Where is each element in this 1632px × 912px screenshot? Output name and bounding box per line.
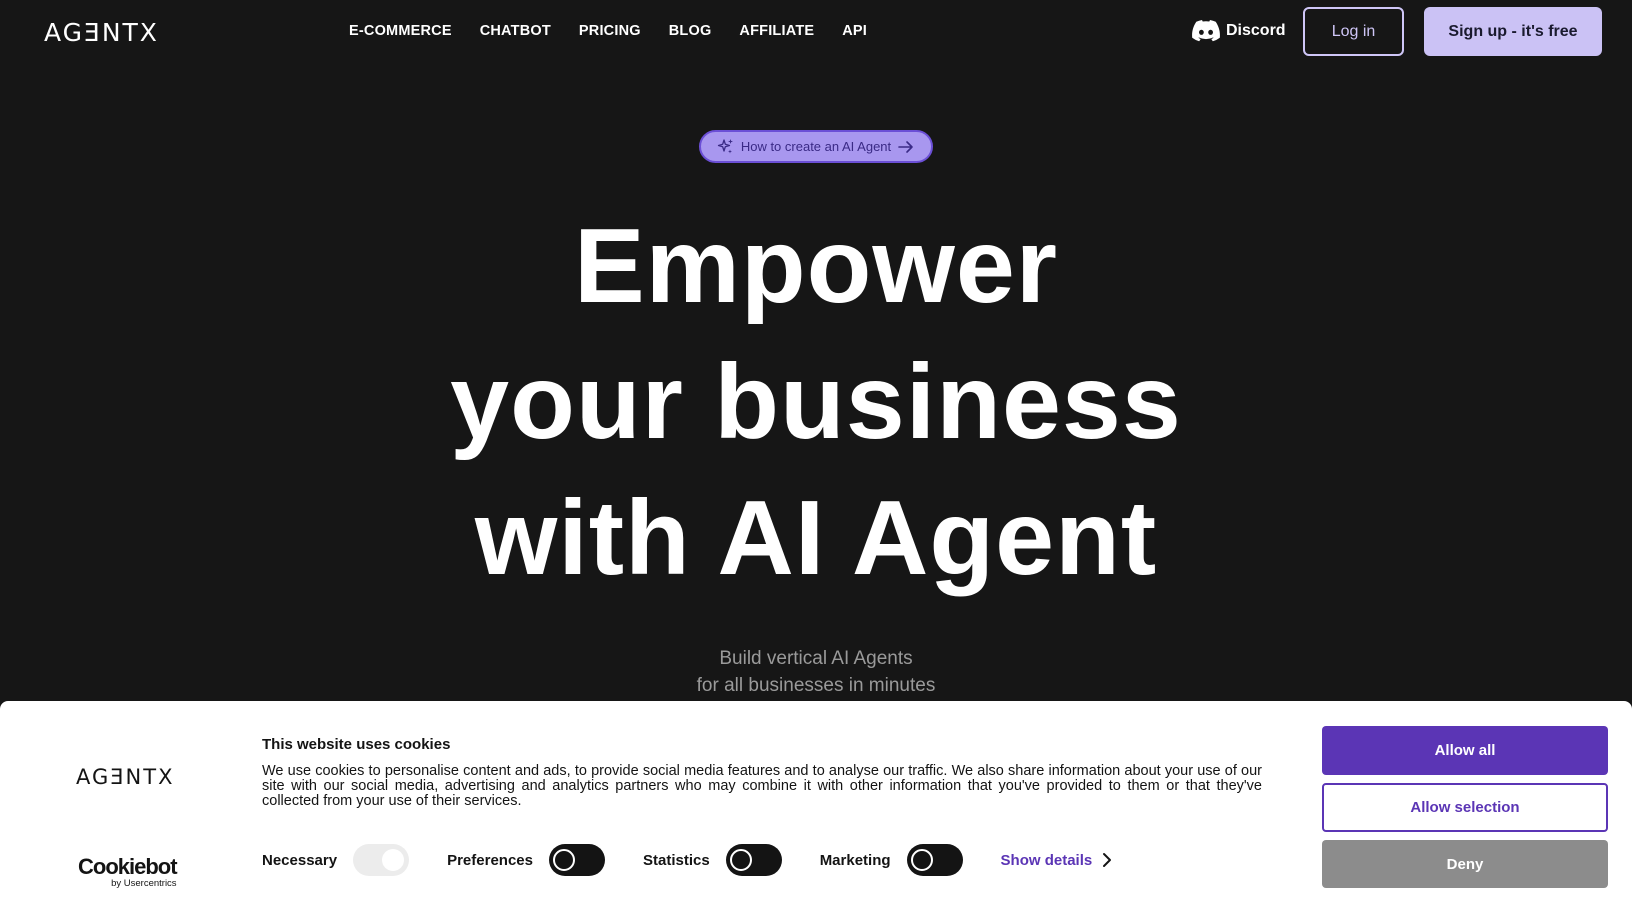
marketing-toggle[interactable] <box>906 844 963 876</box>
main-nav: E-COMMERCE CHATBOT PRICING BLOG AFFILIAT… <box>349 23 867 39</box>
hero-title: Empower your business with AI Agent <box>0 198 1632 606</box>
nav-link-pricing[interactable]: PRICING <box>579 23 641 39</box>
hero-title-line-2: your business <box>450 343 1182 461</box>
cookie-banner-logo: AGƎNTX <box>76 765 175 789</box>
show-details-link[interactable]: Show details <box>1001 852 1113 869</box>
nav-link-blog[interactable]: BLOG <box>669 23 712 39</box>
hero-subtitle-line-2: for all businesses in minutes <box>696 675 936 696</box>
preferences-toggle[interactable] <box>548 844 605 876</box>
toggle-knob <box>910 849 933 871</box>
cookiebot-by: by Usercentrics <box>111 878 177 889</box>
statistics-label: Statistics <box>642 851 710 869</box>
cookiebot-logo[interactable]: Cookiebot by Usercentrics <box>78 854 178 890</box>
pill-label: How to create an AI Agent <box>740 139 892 154</box>
nav-link-chatbot[interactable]: CHATBOT <box>480 23 551 39</box>
statistics-toggle[interactable] <box>725 844 782 876</box>
site-header: AGƎNTX E-COMMERCE CHATBOT PRICING BLOG A… <box>0 0 1632 64</box>
discord-icon <box>1192 20 1220 42</box>
necessary-toggle <box>353 844 410 876</box>
deny-button[interactable]: Deny <box>1322 840 1608 888</box>
hero-title-line-1: Empower <box>573 207 1059 325</box>
allow-all-button[interactable]: Allow all <box>1322 726 1608 775</box>
allow-selection-button[interactable]: Allow selection <box>1322 783 1608 832</box>
necessary-label: Necessary <box>262 851 338 869</box>
chevron-right-icon <box>1103 853 1112 867</box>
nav-link-affiliate[interactable]: AFFILIATE <box>739 23 814 39</box>
consent-categories: Necessary Preferences Statistics Marketi… <box>262 843 1112 877</box>
toggle-knob <box>382 849 405 871</box>
toggle-knob <box>552 849 575 871</box>
marketing-label: Marketing <box>819 851 891 869</box>
hero-subtitle: Build vertical AI Agents for all busines… <box>0 645 1632 699</box>
discord-link[interactable]: Discord <box>1192 20 1286 42</box>
discord-label: Discord <box>1226 22 1286 39</box>
hero-subtitle-line-1: Build vertical AI Agents <box>719 648 913 669</box>
show-details-label: Show details <box>1000 851 1093 869</box>
nav-link-e-commerce[interactable]: E-COMMERCE <box>349 23 452 39</box>
cookie-consent-banner: AGƎNTX Cookiebot by Usercentrics This we… <box>0 701 1632 912</box>
cookie-title: This website uses cookies <box>262 736 451 753</box>
agentx-logo[interactable]: AGƎNTX <box>44 18 159 47</box>
cookiebot-name: Cookiebot <box>78 854 178 879</box>
nav-link-api[interactable]: API <box>842 23 867 39</box>
arrow-right-icon <box>898 140 913 153</box>
toggle-knob <box>729 849 752 871</box>
login-button[interactable]: Log in <box>1303 7 1404 56</box>
signup-button[interactable]: Sign up - it's free <box>1424 7 1602 56</box>
cookie-description: We use cookies to personalise content an… <box>262 763 1262 809</box>
hero-title-line-3: with AI Agent <box>474 479 1158 597</box>
how-to-create-agent-pill[interactable]: How to create an AI Agent <box>699 130 933 163</box>
sparkle-icon <box>717 138 733 153</box>
preferences-label: Preferences <box>447 851 533 869</box>
